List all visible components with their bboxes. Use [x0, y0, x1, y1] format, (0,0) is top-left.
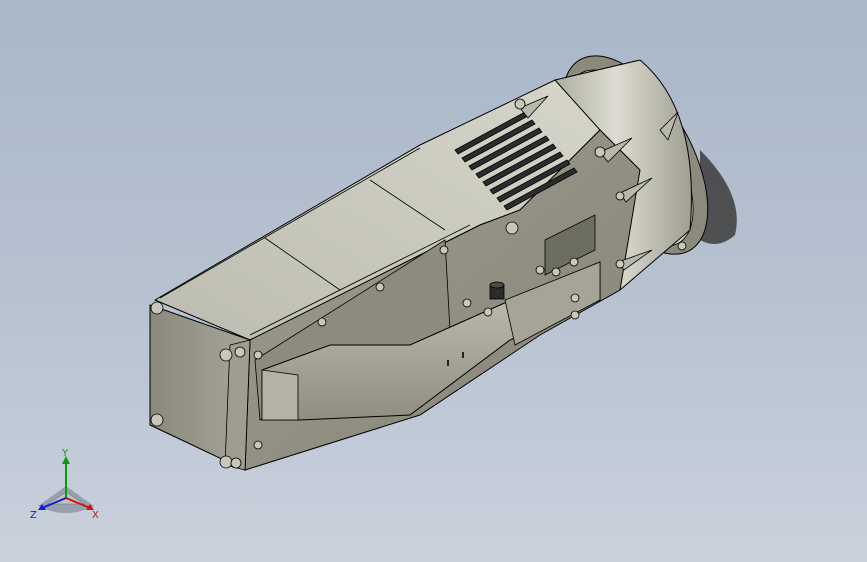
z-axis-label: Z — [30, 510, 37, 520]
axis-triad: Y X Z — [30, 448, 99, 520]
y-axis-label: Y — [61, 448, 69, 459]
mount-arm-end — [261, 369, 299, 421]
adjust-knob — [489, 281, 505, 300]
graphics-viewport[interactable]: Y X Z — [0, 0, 867, 562]
x-axis-label: X — [92, 510, 99, 520]
cad-model[interactable] — [0, 0, 867, 562]
